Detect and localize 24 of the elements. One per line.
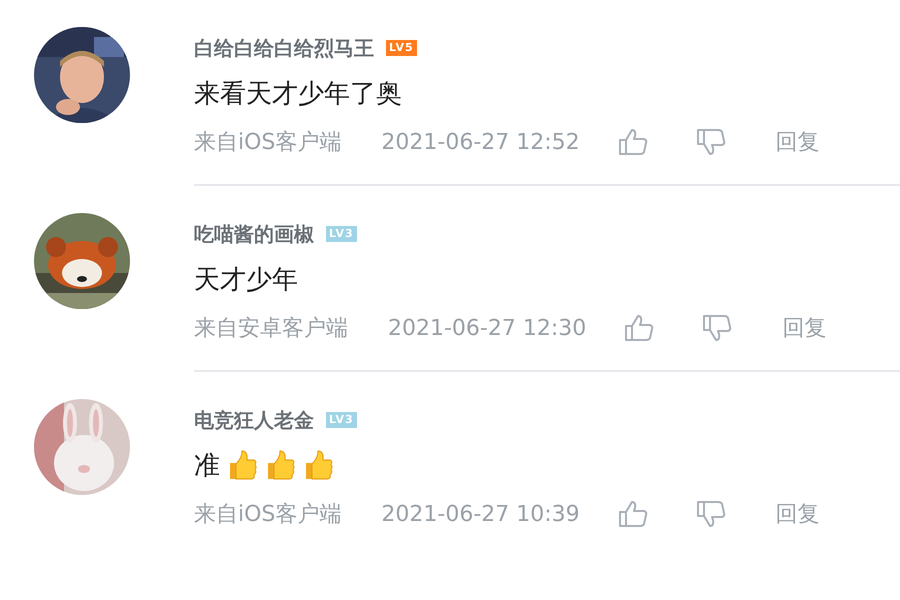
reply-link[interactable]: 回复 (776, 499, 820, 529)
comment-text: 来看天才少年了奥 (194, 78, 402, 110)
client-source: 来自安卓客户端 (194, 315, 348, 343)
username: 电竞狂人老金 (194, 406, 314, 434)
level-badge: LV5 (386, 40, 417, 56)
username: 白给白给白给烈马王 (194, 34, 374, 62)
timestamp: 2021-06-27 12:52 (381, 130, 580, 154)
thumbs-down-icon[interactable] (702, 314, 732, 342)
client-source: 来自iOS客户端 (194, 501, 342, 529)
timestamp: 2021-06-27 12:30 (388, 316, 586, 340)
username: 吃喵酱的画椒 (194, 220, 314, 248)
thumbs-up-icon[interactable] (618, 500, 648, 528)
thumbs-down-icon[interactable] (696, 500, 726, 528)
level-badge: LV3 (326, 412, 357, 428)
thumbs-up-icon[interactable] (624, 314, 654, 342)
thumbs-down-icon[interactable] (696, 128, 726, 156)
level-badge: LV3 (326, 226, 357, 242)
comment-text: 准 (194, 450, 220, 482)
reply-link[interactable]: 回复 (782, 313, 826, 343)
comment-text: 天才少年 (194, 264, 298, 296)
thumbs-up-icon[interactable] (618, 128, 648, 156)
client-source: 来自iOS客户端 (194, 129, 342, 157)
timestamp: 2021-06-27 10:39 (381, 502, 580, 526)
reply-link[interactable]: 回复 (776, 127, 820, 157)
